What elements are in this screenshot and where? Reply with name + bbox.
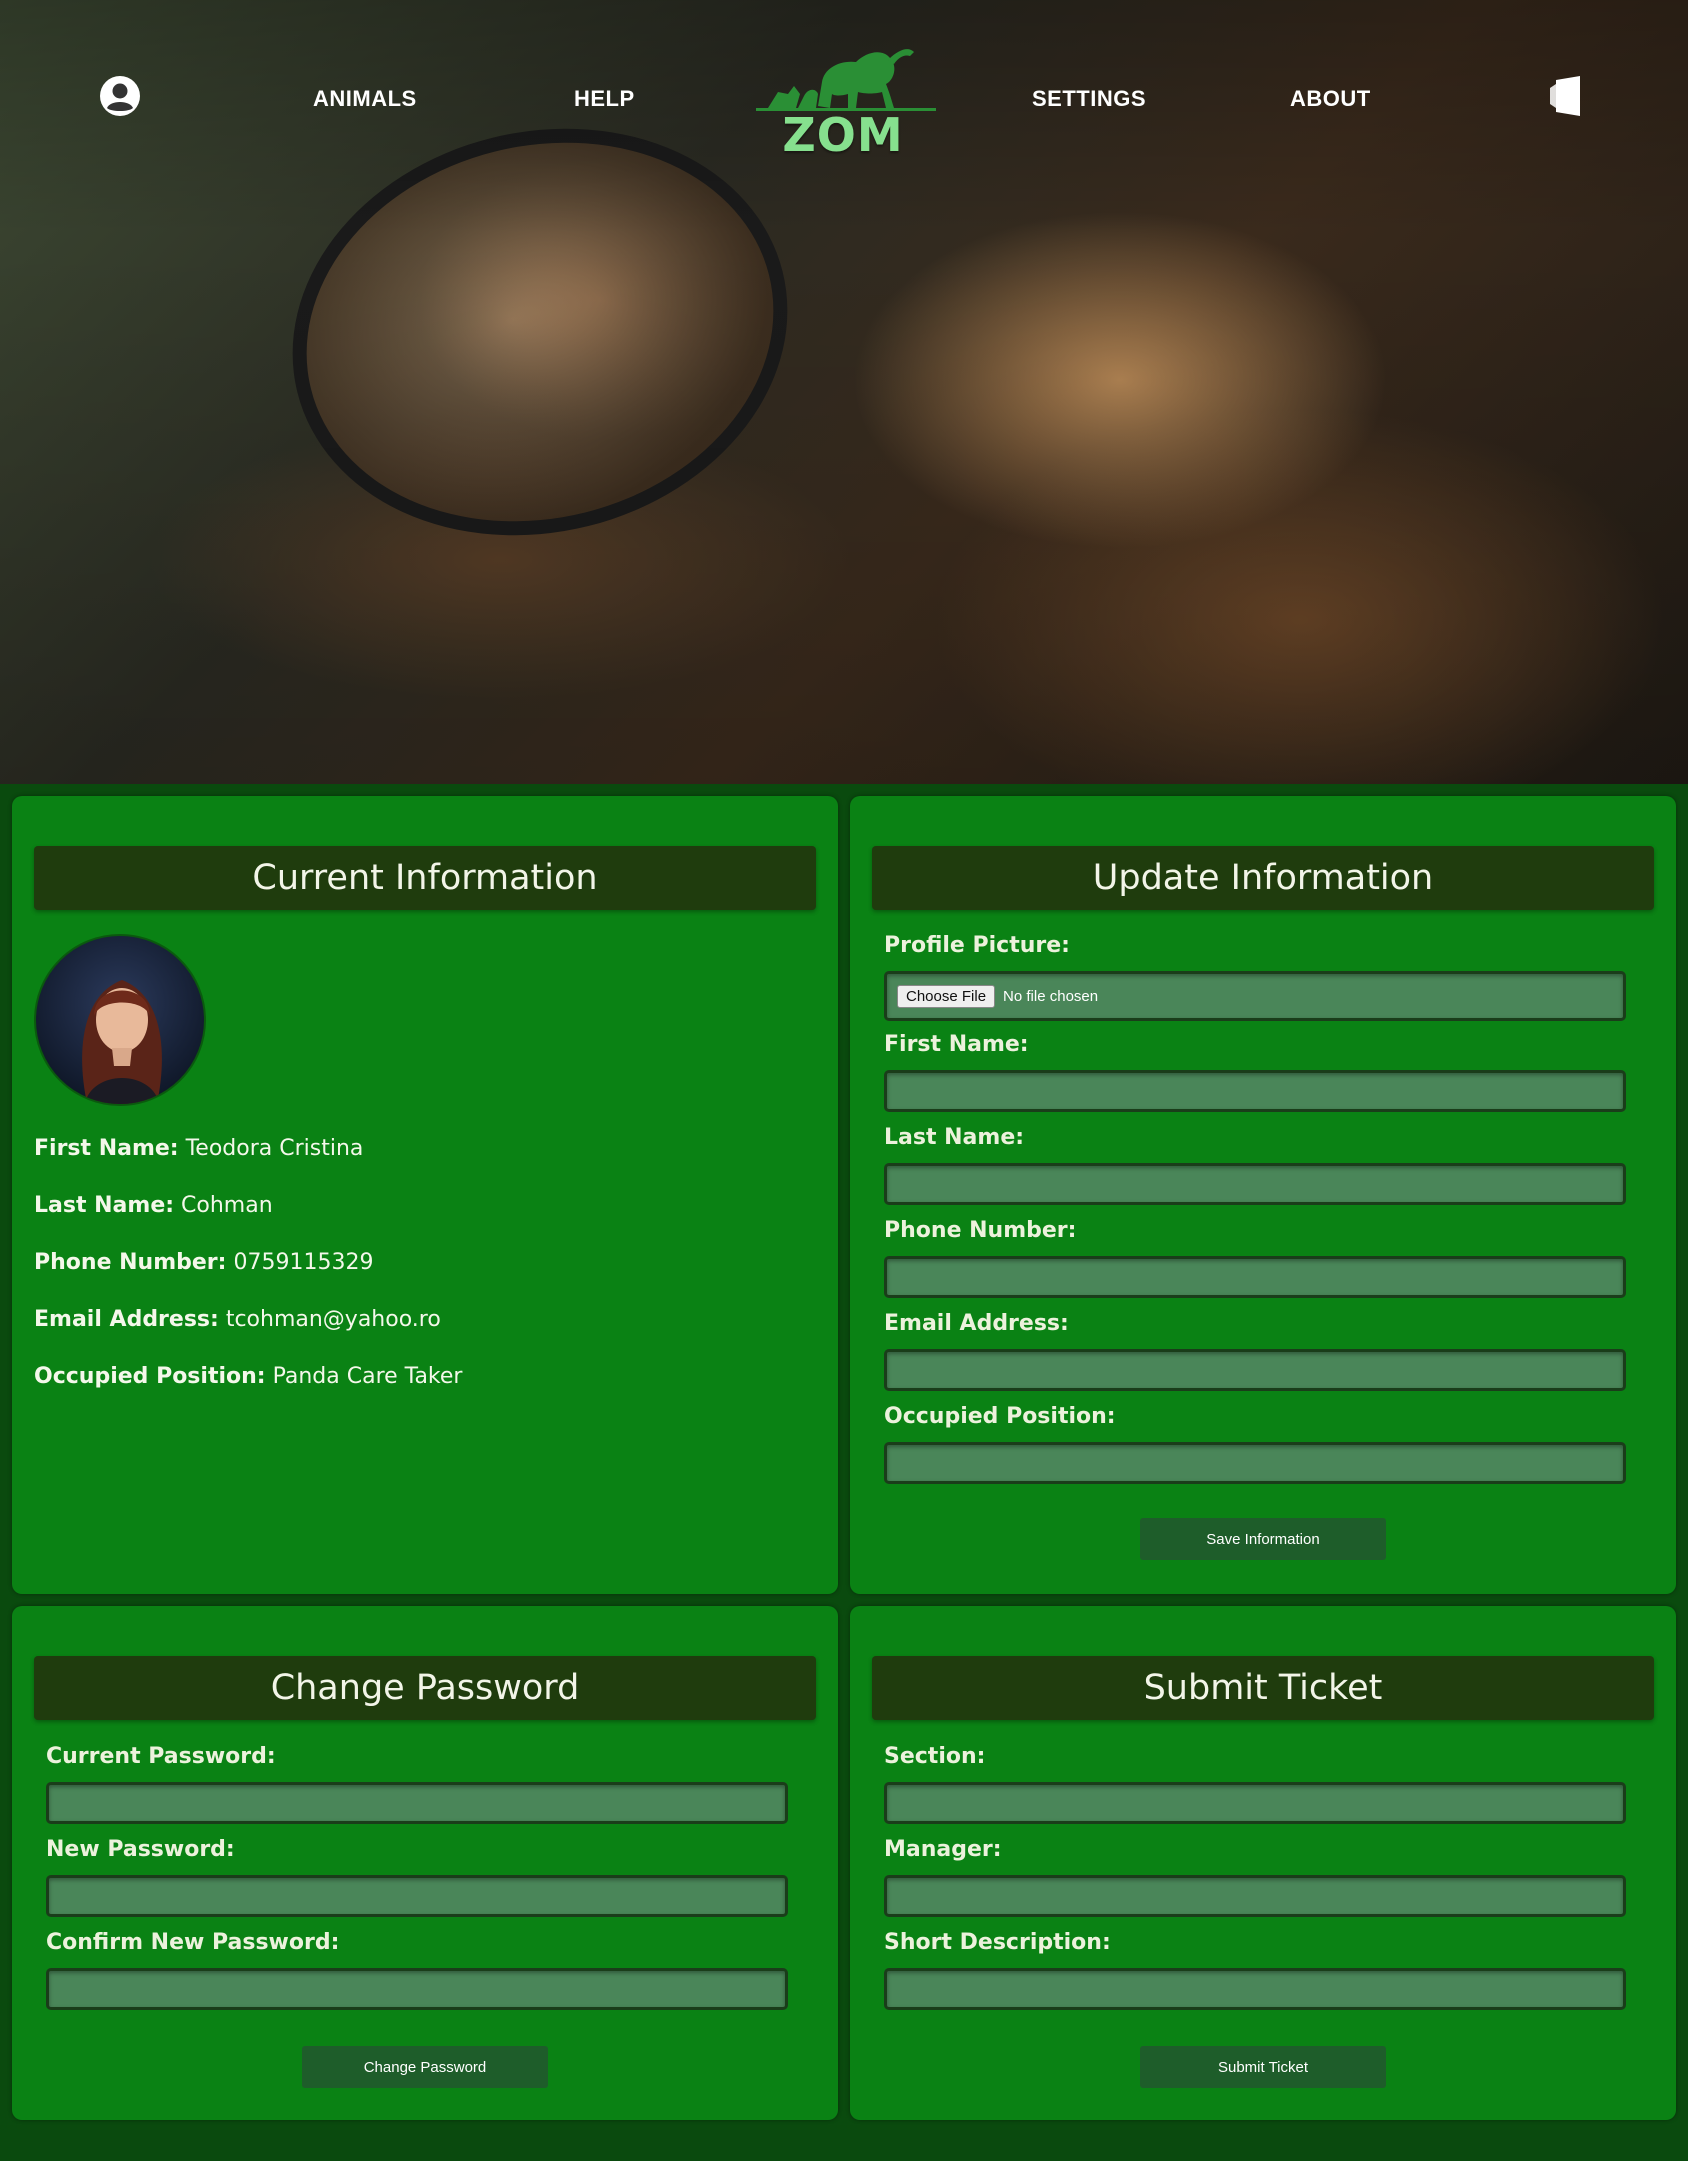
profile-picture-label: Profile Picture: [884,933,1070,958]
occupied-position-label: Occupied Position: [884,1404,1116,1429]
info-value: tcohman@yahoo.ro [225,1307,441,1332]
nav-link-animals[interactable]: ANIMALS [313,86,417,112]
confirm-new-password-input[interactable] [46,1968,788,2010]
section-label: Section: [884,1744,986,1769]
new-password-label: New Password: [46,1837,235,1862]
info-label: Email Address: [34,1307,219,1332]
submit-ticket-panel: Submit Ticket Section: Manager: Short De… [850,1606,1676,2120]
new-password-input[interactable] [46,1875,788,1917]
info-phone-number: Phone Number: 0759115329 [34,1250,373,1275]
info-label: Last Name: [34,1193,175,1218]
nav-link-help[interactable]: HELP [574,86,635,112]
elephant-silhouette-icon [756,49,936,111]
update-information-panel: Update Information Profile Picture: Choo… [850,796,1676,1594]
user-circle-icon[interactable] [98,74,142,118]
change-password-button[interactable]: Change Password [302,2046,548,2088]
nav-link-about[interactable]: ABOUT [1290,86,1371,112]
profile-avatar [34,934,206,1106]
email-address-input[interactable] [884,1349,1626,1391]
first-name-input[interactable] [884,1070,1626,1112]
top-navigation: ANIMALS HELP ZOM SETTINGS ABOUT [0,0,1688,200]
short-description-label: Short Description: [884,1930,1111,1955]
submit-ticket-button[interactable]: Submit Ticket [1140,2046,1386,2088]
panel-title: Update Information [872,846,1654,910]
info-value: Panda Care Taker [272,1364,463,1389]
profile-picture-file-input[interactable]: Choose File No file chosen [884,971,1626,1021]
info-last-name: Last Name: Cohman [34,1193,273,1218]
info-first-name: First Name: Teodora Cristina [34,1136,363,1161]
file-status-text: No file chosen [1003,987,1099,1005]
phone-number-input[interactable] [884,1256,1626,1298]
panel-title: Current Information [34,846,816,910]
nav-link-settings[interactable]: SETTINGS [1032,86,1146,112]
save-information-button[interactable]: Save Information [1140,1518,1386,1560]
panel-title: Submit Ticket [872,1656,1654,1720]
info-label: Occupied Position: [34,1364,266,1389]
current-information-panel: Current Information First Name: Teodora … [12,796,838,1594]
last-name-input[interactable] [884,1163,1626,1205]
last-name-label: Last Name: [884,1125,1025,1150]
info-label: Phone Number: [34,1250,227,1275]
current-password-label: Current Password: [46,1744,276,1769]
logo-text: ZOM [782,108,904,162]
info-value: Cohman [181,1193,273,1218]
info-label: First Name: [34,1136,179,1161]
zom-logo[interactable]: ZOM [748,36,938,166]
info-value: 0759115329 [233,1250,374,1275]
first-name-label: First Name: [884,1032,1029,1057]
choose-file-button[interactable]: Choose File [897,984,996,1008]
panel-title: Change Password [34,1656,816,1720]
section-input[interactable] [884,1782,1626,1824]
phone-number-label: Phone Number: [884,1218,1077,1243]
manager-label: Manager: [884,1837,1002,1862]
current-password-input[interactable] [46,1782,788,1824]
change-password-panel: Change Password Current Password: New Pa… [12,1606,838,2120]
confirm-new-password-label: Confirm New Password: [46,1930,340,1955]
info-value: Teodora Cristina [185,1136,364,1161]
short-description-input[interactable] [884,1968,1626,2010]
email-address-label: Email Address: [884,1311,1069,1336]
occupied-position-input[interactable] [884,1442,1626,1484]
info-email-address: Email Address: tcohman@yahoo.ro [34,1307,441,1332]
door-exit-icon[interactable] [1548,74,1586,118]
info-occupied-position: Occupied Position: Panda Care Taker [34,1364,462,1389]
manager-input[interactable] [884,1875,1626,1917]
